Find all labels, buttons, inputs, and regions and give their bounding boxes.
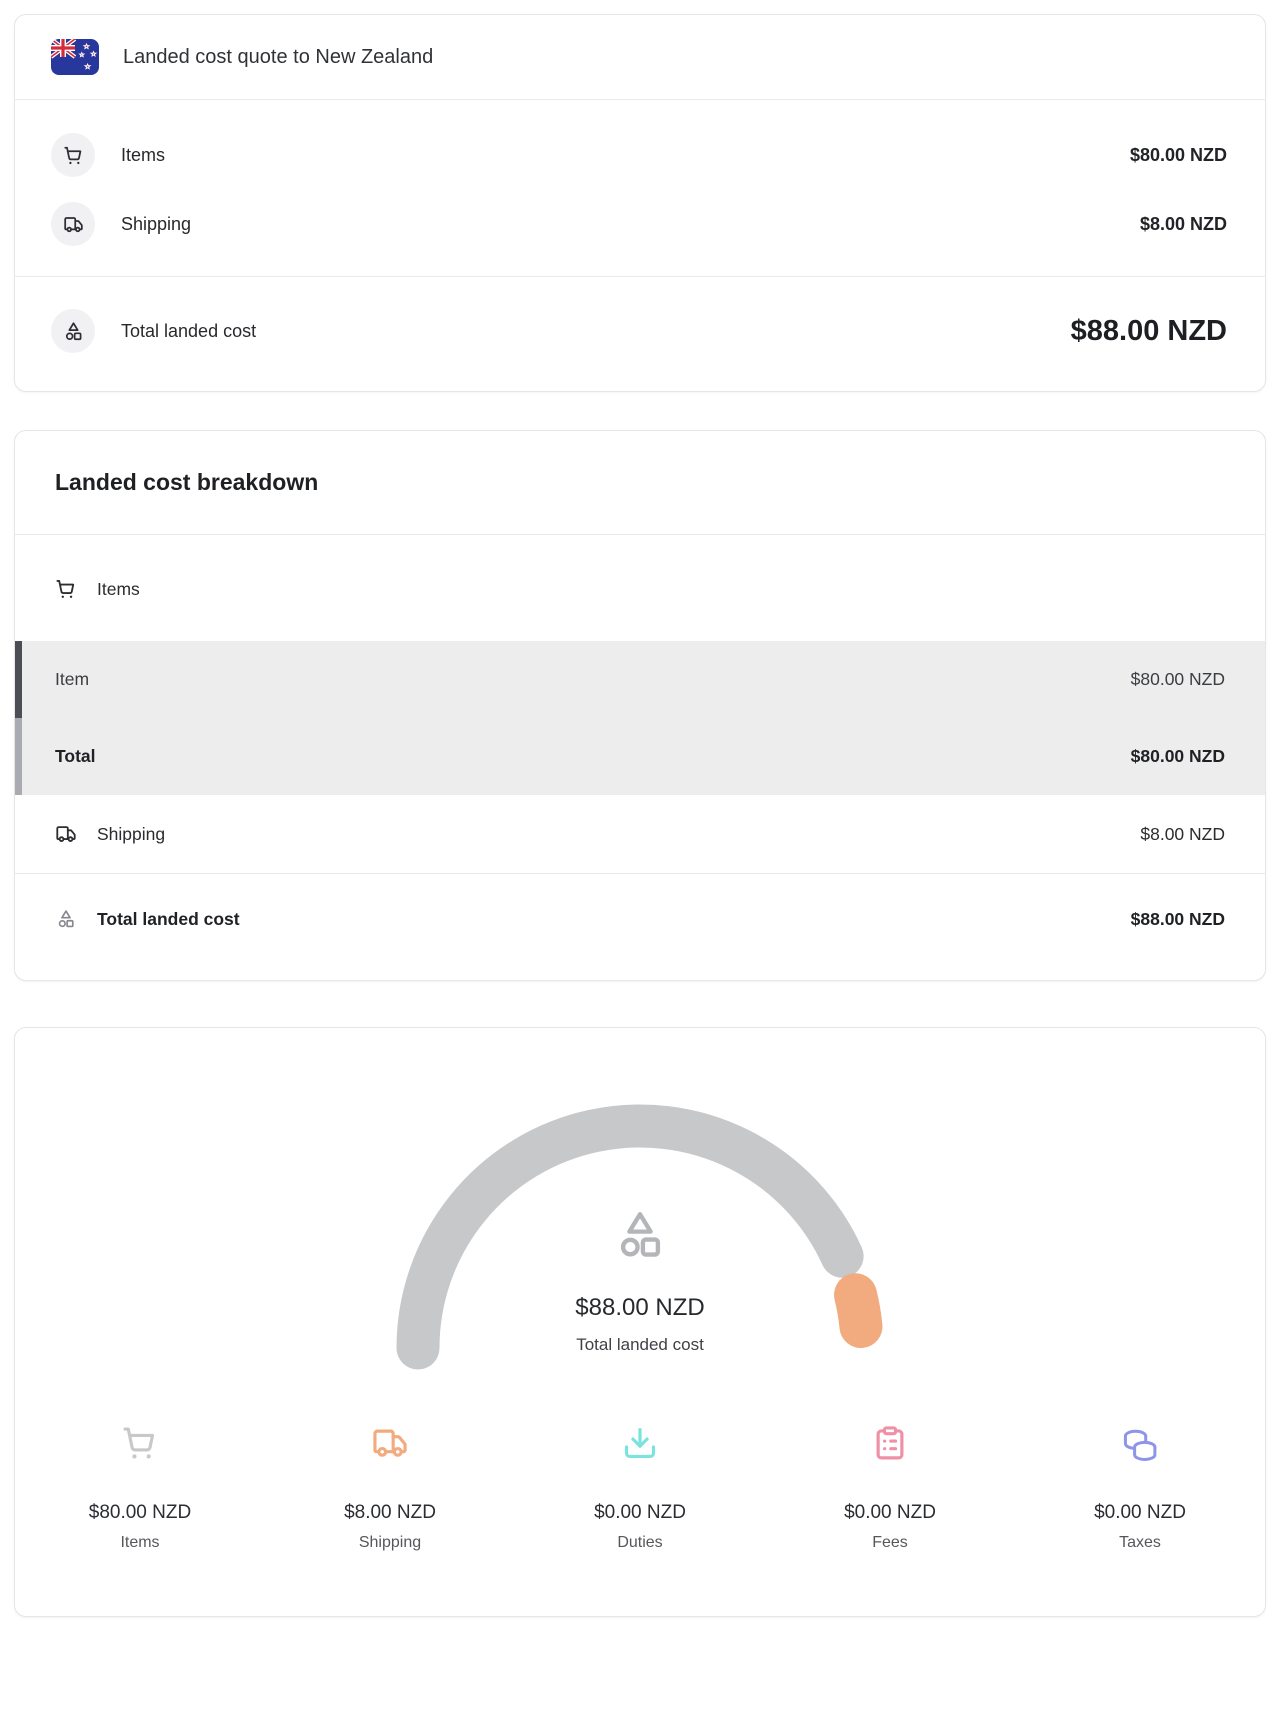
quote-row-value: $8.00 NZD (1139, 213, 1227, 234)
shapes-icon (51, 309, 95, 353)
stat-duties: $0.00 NZD Duties (515, 1424, 765, 1552)
gauge-center-label: Total landed cost (576, 1335, 704, 1354)
quote-row-label: Items (121, 144, 166, 165)
breakdown-total-row: Total landed cost $88.00 NZD (15, 873, 1265, 980)
breakdown-items-header: Items (15, 535, 1265, 641)
stat-label: Taxes (1119, 1534, 1161, 1551)
cart-icon (56, 580, 75, 599)
breakdown-title: Landed cost breakdown (15, 431, 1265, 535)
cart-icon (123, 1427, 155, 1461)
landed-cost-breakdown-card: Landed cost breakdown Items Item $80.00 … (14, 430, 1266, 981)
breakdown-shipping-label: Shipping (97, 823, 166, 844)
quote-total-row: Total landed cost $88.00 NZD (15, 276, 1265, 391)
stat-label: Duties (617, 1534, 663, 1551)
stat-shipping: $8.00 NZD Shipping (265, 1424, 515, 1552)
stat-label: Items (120, 1534, 160, 1551)
cart-icon (51, 133, 95, 177)
truck-icon (51, 202, 95, 246)
breakdown-item-row: Item $80.00 NZD (15, 641, 1265, 718)
breakdown-total-label: Total landed cost (97, 908, 240, 929)
stat-items: $80.00 NZD Items (15, 1424, 265, 1552)
breakdown-items-group: Item $80.00 NZD Total $80.00 NZD (15, 641, 1265, 795)
stat-label: Fees (872, 1534, 908, 1551)
breakdown-item-value: $80.00 NZD (1130, 669, 1225, 689)
quote-total-label: Total landed cost (121, 320, 257, 341)
quote-row-shipping: Shipping $8.00 NZD (51, 202, 1227, 246)
breakdown-items-total-value: $80.00 NZD (1130, 746, 1225, 766)
breakdown-shipping-row: Shipping $8.00 NZD (15, 795, 1265, 873)
breakdown-items-total-label: Total (55, 746, 96, 766)
quote-rows: Items $80.00 NZD Shipping $8.00 NZD (15, 100, 1265, 276)
new-zealand-flag-icon (51, 39, 99, 75)
gauge-chart: $88.00 NZD Total landed cost (390, 1104, 890, 1376)
coins-icon (1123, 1429, 1157, 1461)
shapes-icon (611, 1206, 669, 1269)
quote-total-value: $88.00 NZD (1070, 314, 1227, 347)
stat-value: $80.00 NZD (88, 1502, 192, 1523)
truck-icon (56, 826, 76, 842)
clipboard-icon (876, 1426, 904, 1460)
stat-fees: $0.00 NZD Fees (765, 1424, 1015, 1552)
stat-value: $0.00 NZD (844, 1502, 936, 1523)
download-icon (624, 1427, 656, 1459)
quote-title: Landed cost quote to New Zealand (123, 45, 434, 68)
truck-icon (373, 1429, 407, 1457)
breakdown-item-label: Item (55, 669, 90, 689)
stat-value: $0.00 NZD (1094, 1502, 1186, 1523)
stat-value: $0.00 NZD (594, 1502, 686, 1523)
gauge-center-value: $88.00 NZD (575, 1294, 705, 1321)
quote-header: Landed cost quote to New Zealand (15, 15, 1265, 100)
shapes-icon (58, 910, 74, 928)
breakdown-shipping-value: $8.00 NZD (1140, 823, 1225, 844)
stat-label: Shipping (358, 1534, 422, 1551)
stat-taxes: $0.00 NZD Taxes (1015, 1424, 1265, 1552)
breakdown-items-total-row: Total $80.00 NZD (15, 718, 1265, 795)
quote-row-value: $80.00 NZD (1129, 144, 1227, 165)
stat-value: $8.00 NZD (344, 1502, 436, 1523)
quote-row-items: Items $80.00 NZD (51, 133, 1227, 177)
landed-cost-gauge-card: $88.00 NZD Total landed cost $80.00 NZD … (14, 1027, 1266, 1617)
cost-stats-row: $80.00 NZD Items $8.00 NZD Shipping $0.0… (15, 1424, 1265, 1616)
quote-row-label: Shipping (121, 213, 192, 234)
breakdown-total-value: $88.00 NZD (1130, 908, 1225, 929)
breakdown-items-header-label: Items (97, 578, 140, 599)
landed-cost-quote-card: Landed cost quote to New Zealand Items $… (14, 14, 1266, 392)
